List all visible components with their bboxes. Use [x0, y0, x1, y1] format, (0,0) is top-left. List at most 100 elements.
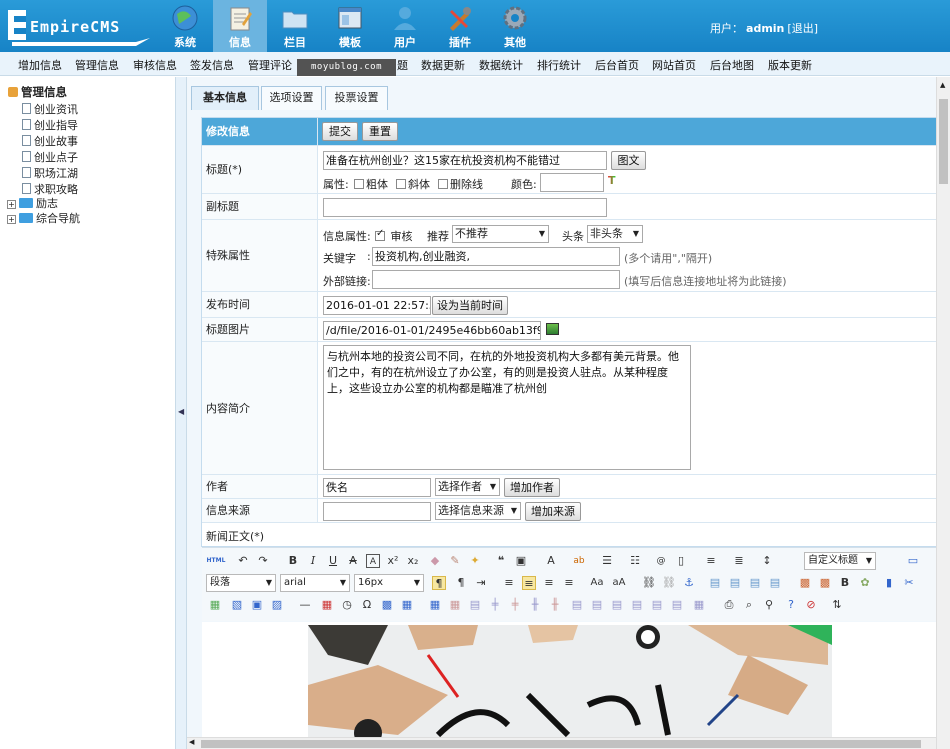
redo-icon[interactable]: ↷: [256, 554, 270, 568]
title-image-button[interactable]: 图文: [611, 151, 646, 170]
paste-text-icon[interactable]: ▣: [514, 554, 528, 568]
search-replace-icon[interactable]: ⚲: [762, 598, 776, 612]
blockquote-icon[interactable]: ❝: [494, 554, 508, 568]
bold-icon[interactable]: B: [286, 554, 300, 568]
align-center-icon[interactable]: ≡: [522, 576, 536, 590]
strikethrough-icon[interactable]: A: [346, 554, 360, 568]
add-author-button[interactable]: 增加作者: [504, 478, 560, 497]
external-link-input[interactable]: [372, 270, 620, 289]
approve-checkbox-wrap[interactable]: 审核: [375, 228, 413, 244]
collapse-arrow-icon[interactable]: ◀: [178, 407, 184, 416]
reset-button[interactable]: 重置: [362, 122, 398, 141]
scroll-left-arrow-icon[interactable]: ◀: [189, 738, 194, 746]
align-right-icon[interactable]: ≡: [542, 576, 556, 590]
eraser-icon[interactable]: ◆: [428, 554, 442, 568]
tree-root-manage-info[interactable]: 管理信息: [8, 84, 67, 100]
unlink-icon[interactable]: ⛓: [662, 576, 676, 590]
tree-item[interactable]: 创业点子: [22, 149, 78, 165]
expand-plus-icon[interactable]: +: [7, 215, 16, 224]
tree-item[interactable]: 创业资讯: [22, 101, 78, 117]
underline-icon[interactable]: U: [326, 554, 340, 568]
sidebar-collapse-bar[interactable]: ◀: [175, 77, 187, 749]
tree-item[interactable]: 职场江湖: [22, 165, 78, 181]
source-input[interactable]: [323, 502, 431, 521]
horizontal-scrollbar[interactable]: ◀: [187, 737, 936, 749]
delete-table-icon[interactable]: ▦: [448, 598, 462, 612]
expand-plus-icon[interactable]: +: [7, 200, 16, 209]
auto-format-icon[interactable]: ✦: [468, 554, 482, 568]
subnav-item-4[interactable]: 管理评论: [248, 57, 292, 73]
paragraph-select[interactable]: 段落 ▼: [206, 574, 276, 592]
merge-down-icon[interactable]: ▤: [610, 598, 624, 612]
anchor-icon[interactable]: @: [654, 554, 668, 568]
title-pic-input[interactable]: /d/file/2016-01-01/2495e46bb60ab13f9e3fd: [323, 321, 541, 340]
format-painter-icon[interactable]: ✎: [448, 554, 462, 568]
font-color-icon[interactable]: A: [544, 554, 558, 568]
delete-row-icon[interactable]: ╪: [508, 598, 522, 612]
logout-link[interactable]: [退出]: [787, 22, 818, 35]
topnav-item-5[interactable]: 插件: [433, 0, 487, 52]
tree-folder[interactable]: + 励志: [7, 195, 58, 211]
insert-image-icon[interactable]: ▩: [798, 576, 812, 590]
subnav-item-2[interactable]: 审核信息: [133, 57, 177, 73]
horizontal-scroll-thumb[interactable]: [201, 740, 921, 748]
tab-vote[interactable]: 投票设置: [325, 86, 388, 110]
tree-item[interactable]: 创业指导: [22, 117, 78, 133]
subnav-item-5[interactable]: 题: [397, 57, 408, 73]
page-break-marker-icon[interactable]: ⇅: [830, 598, 844, 612]
map-icon[interactable]: ▦: [208, 598, 222, 612]
special-char-icon[interactable]: Ω: [360, 598, 374, 612]
snapscreen-icon[interactable]: ▩: [380, 598, 394, 612]
merge-right-icon[interactable]: ▤: [590, 598, 604, 612]
scroll-up-arrow-icon[interactable]: ▲: [940, 81, 945, 89]
source-select[interactable]: 选择信息来源 ▼: [435, 502, 521, 520]
indent-icon[interactable]: ⇥: [474, 576, 488, 590]
word-image-icon[interactable]: ▦: [400, 598, 414, 612]
intro-textarea[interactable]: 与杭州本地的投资公司不同，在杭的外地投资机构大多都有美元背景。他们之中，有的在杭…: [323, 345, 691, 470]
author-select[interactable]: 选择作者 ▼: [435, 478, 500, 496]
topnav-item-2[interactable]: 栏目: [268, 0, 322, 52]
image-left-icon[interactable]: ▤: [728, 576, 742, 590]
tree-item[interactable]: 创业故事: [22, 133, 78, 149]
table-props-icon[interactable]: ▦: [692, 598, 706, 612]
horizontal-rule-icon[interactable]: —: [298, 598, 312, 612]
video-icon[interactable]: ▮: [882, 576, 896, 590]
headline-select[interactable]: 非头条 ▼: [587, 225, 643, 243]
superscript-icon[interactable]: x²: [386, 554, 400, 568]
editor-content-area[interactable]: [202, 622, 936, 737]
ltr-icon[interactable]: ¶: [432, 576, 446, 590]
font-size-select[interactable]: 16px ▼: [354, 574, 424, 592]
topnav-item-0[interactable]: 系统: [158, 0, 212, 52]
subnav-item-10[interactable]: 网站首页: [652, 57, 696, 73]
insert-table-icon[interactable]: ▦: [428, 598, 442, 612]
tab-options[interactable]: 选项设置: [261, 86, 322, 110]
wordimage-icon[interactable]: ⊘: [804, 598, 818, 612]
delete-col-icon[interactable]: ╫: [548, 598, 562, 612]
preview-icon[interactable]: ⌕: [742, 598, 756, 612]
subnav-item-12[interactable]: 版本更新: [768, 57, 812, 73]
rtl-icon[interactable]: ¶: [454, 576, 468, 590]
insert-paragraph-before-table-icon[interactable]: ▤: [468, 598, 482, 612]
time-icon[interactable]: ◷: [340, 598, 354, 612]
subnav-item-3[interactable]: 签发信息: [190, 57, 234, 73]
keyword-input[interactable]: 投资机构,创业融资,: [372, 247, 620, 266]
image-center-icon[interactable]: ▤: [768, 576, 782, 590]
align-left-icon[interactable]: ≡: [502, 576, 516, 590]
scrawl-icon[interactable]: ▨: [270, 598, 284, 612]
submit-button[interactable]: 提交: [322, 122, 358, 141]
subnav-item-0[interactable]: 增加信息: [18, 57, 62, 73]
multi-image-icon[interactable]: ▩: [818, 576, 832, 590]
empirecms-logo[interactable]: EmpireCMS: [8, 8, 153, 46]
italic-checkbox[interactable]: [396, 179, 406, 189]
strike-checkbox-wrap[interactable]: 删除线: [438, 176, 483, 192]
vertical-scrollbar[interactable]: ▲: [936, 77, 950, 749]
insert-row-icon[interactable]: ╪: [488, 598, 502, 612]
italic-checkbox-wrap[interactable]: 斜体: [396, 176, 430, 192]
subtitle-input[interactable]: [323, 198, 607, 217]
row-spacing-bottom-icon[interactable]: ≣: [732, 554, 746, 568]
unordered-list-icon[interactable]: ☷: [628, 554, 642, 568]
uppercase-icon[interactable]: Aa: [590, 576, 604, 590]
topnav-item-4[interactable]: 用户: [378, 0, 432, 52]
lowercase-icon[interactable]: aA: [612, 576, 626, 590]
tab-basic-info[interactable]: 基本信息: [191, 86, 259, 110]
